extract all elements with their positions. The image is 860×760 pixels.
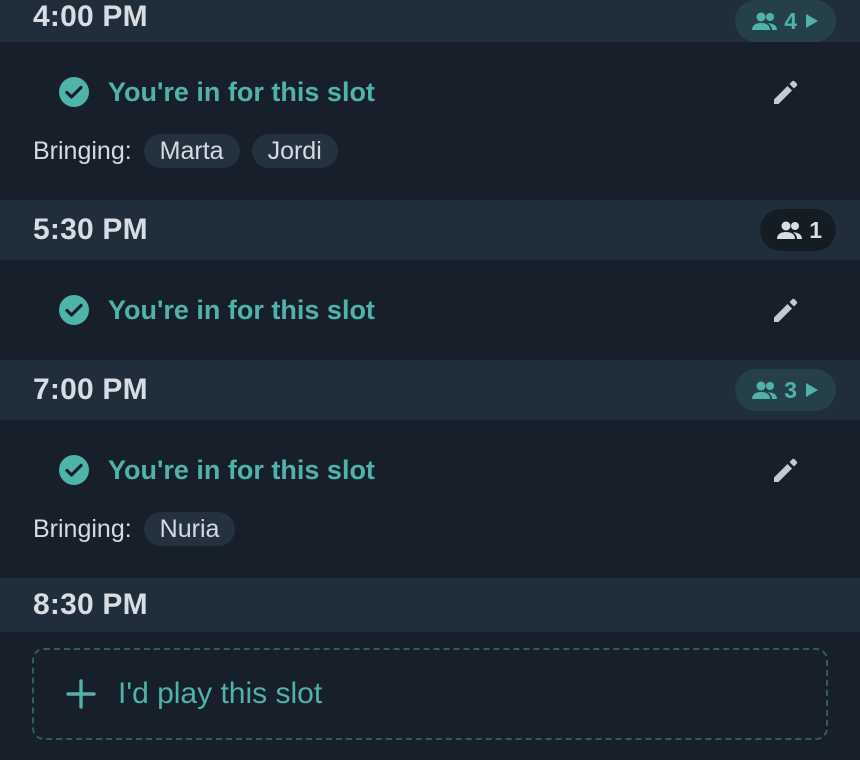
pencil-icon [774, 298, 798, 322]
edit-button[interactable] [768, 74, 804, 110]
check-circle-icon [59, 77, 89, 107]
join-slot-button[interactable]: I'd play this slot [32, 648, 828, 740]
check-circle-icon [59, 295, 89, 325]
attendee-count-badge: 1 [760, 209, 836, 251]
attendee-count: 1 [809, 216, 822, 243]
people-icon [752, 12, 778, 30]
bringing-row: Bringing: Nuria [0, 504, 860, 554]
attendee-count-button[interactable]: 4 [735, 0, 836, 42]
join-slot-label: I'd play this slot [118, 677, 323, 710]
attendee-count: 3 [784, 376, 797, 403]
bringing-label: Bringing: [33, 136, 132, 165]
slot-7-00-pm: 7:00 PM 3 You're in for this slot Bringi… [0, 360, 860, 578]
edit-button[interactable] [768, 292, 804, 328]
slot-body: You're in for this slot Bringing: Nuria [0, 420, 860, 578]
guest-chip: Jordi [251, 134, 338, 168]
slot-header: 8:30 PM [0, 578, 860, 632]
slot-header: 7:00 PM 3 [0, 360, 860, 420]
edit-button[interactable] [768, 452, 804, 488]
check-circle-icon [59, 455, 89, 485]
play-arrow-icon [806, 14, 818, 28]
people-icon [752, 381, 778, 399]
slot-list: 4:00 PM 4 You're in for this slot Bringi… [0, 0, 860, 740]
bringing-row: Bringing: Marta Jordi [0, 126, 860, 176]
slot-body: You're in for this slot [0, 260, 860, 360]
status-text: You're in for this slot [108, 294, 375, 325]
bringing-label: Bringing: [33, 514, 132, 543]
status-text: You're in for this slot [108, 76, 375, 107]
slot-4-00-pm: 4:00 PM 4 You're in for this slot Bringi… [0, 0, 860, 200]
slot-8-30-pm: 8:30 PM I'd play this slot [0, 578, 860, 740]
slot-time: 5:30 PM [33, 213, 148, 246]
slot-time: 8:30 PM [33, 588, 148, 621]
pencil-icon [774, 458, 798, 482]
slot-header: 4:00 PM 4 [0, 0, 860, 42]
slot-body: You're in for this slot Bringing: Marta … [0, 42, 860, 200]
slot-5-30-pm: 5:30 PM 1 You're in for this slot [0, 200, 860, 360]
attendee-count-button[interactable]: 3 [735, 369, 836, 411]
guest-chip: Nuria [143, 512, 236, 546]
people-icon [777, 221, 803, 239]
guest-chip: Marta [143, 134, 240, 168]
slot-time: 4:00 PM [33, 0, 148, 33]
plus-icon [66, 679, 96, 709]
play-arrow-icon [806, 383, 818, 397]
status-row: You're in for this slot [0, 260, 860, 360]
status-text: You're in for this slot [108, 454, 375, 485]
attendee-count: 4 [784, 7, 797, 34]
slot-time: 7:00 PM [33, 373, 148, 406]
slot-header: 5:30 PM 1 [0, 200, 860, 260]
pencil-icon [774, 80, 798, 104]
